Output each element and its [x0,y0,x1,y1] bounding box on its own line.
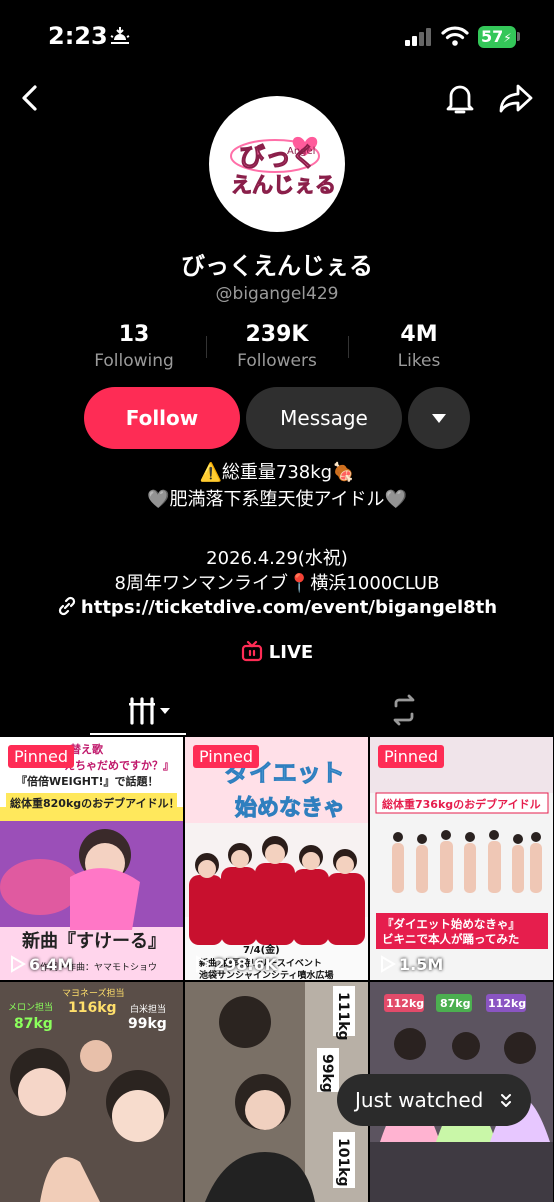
thumb-text: 総体重820kgのおデブアイドル！ [10,796,180,810]
stat-value: 239K [245,322,309,347]
message-button[interactable]: Message [246,387,402,449]
video-tile[interactable]: 替え歌 えちゃだめですか？』 『倍倍WEIGHT!』で話題！ 総体重820kgの… [0,737,183,980]
avatar-logo: びっく Angel えんじぇる [230,136,337,198]
thumb-text: 替え歌 [70,742,104,756]
live-label: LIVE [268,642,314,663]
video-tile[interactable]: マヨネーズ担当 116kg メロン担当 87kg 白米担当 99kg [0,982,183,1202]
view-count: 6.4M [8,955,73,974]
just-watched-label: Just watched [355,1088,484,1112]
thumb-text: 始めなきゃ [235,795,345,821]
video-thumbnail: 総体重736kgのおデブアイドル 『ダイエット始めなきゃ』 ビキニで本人が踊って… [375,792,549,949]
stat-value: 13 [118,322,150,347]
sunset-icon [110,27,130,44]
bell-icon[interactable] [444,80,476,116]
pinned-badge: Pinned [378,745,445,768]
repost-tab-icon[interactable] [388,694,420,726]
play-icon [11,955,26,973]
thumb-text: 111kg [335,992,351,1041]
video-thumbnail: 替え歌 えちゃだめですか？』 『倍倍WEIGHT!』で話題！ 総体重820kgの… [0,742,180,973]
display-name: びっくえんじぇる [181,252,373,280]
live-button[interactable]: LIVE [0,640,554,663]
wifi-icon [441,26,469,46]
video-tile[interactable]: 総体重736kgのおデブアイドル 『ダイエット始めなきゃ』 ビキニで本人が踊って… [370,737,553,980]
bio-link[interactable]: https://ticketdive.com/event/bigangel8th [0,596,554,618]
view-count: 298.6K [193,955,277,974]
username: @bigangel429 [215,284,339,304]
status-time: 2:23 [48,22,108,50]
avatar-small-text: Angel [287,146,315,157]
battery-indicator: 57⚡ [478,26,516,48]
thumb-text: 99kg [128,1016,167,1032]
cellular-signal-icon [405,28,431,46]
thumb-text: 87kg [440,997,471,1010]
thumb-text: 112kg [386,997,424,1010]
follow-button[interactable]: Follow [84,387,240,449]
active-tab-indicator [90,733,186,735]
share-icon[interactable] [498,82,534,114]
play-icon [381,955,396,973]
double-chevron-down-icon [501,1094,511,1107]
thumb-text: 白米担当 [130,1003,166,1015]
stat-value: 4M [400,322,438,347]
thumb-text: 『倍倍WEIGHT!』で話題！ [16,774,159,788]
stat-label: Following [94,351,174,371]
back-icon[interactable] [16,82,44,114]
thumb-text: マヨネーズ担当 [62,987,125,999]
thumb-text: メロン担当 [8,1001,53,1013]
bio-line-2: 🩶肥満落下系堕天使アイドル🩶 [147,489,407,510]
chevron-down-icon [432,414,446,423]
pinned-badge: Pinned [193,745,260,768]
view-count-text: 1.5M [399,955,444,974]
live-tv-icon [241,640,262,662]
thumb-text: 101kg [335,1138,351,1187]
thumb-text: 総体重736kgのおデブアイドル [382,797,541,811]
view-count-text: 6.4M [29,955,74,974]
bio-line-1: ⚠️総重量738kg🍖 [199,462,355,483]
thumb-text: 新曲『すけーる』 [22,930,166,952]
link-icon [58,596,76,616]
thumb-text: ビキニで本人が踊ってみた [382,932,519,946]
stat-followers[interactable]: 239K Followers [207,322,347,371]
video-tile[interactable]: ダイエット 始めなきゃ 7/4(金) 新曲2曲同時リリースイベント 池袋サンシャ… [185,737,368,980]
view-count: 1.5M [378,955,443,974]
thumb-text: 『ダイエット始めなきゃ』 [382,917,520,931]
stat-likes[interactable]: 4M Likes [349,322,489,371]
bio-link-text: https://ticketdive.com/event/bigangel8th [80,597,498,618]
status-bar: 2:23 57⚡ [0,0,554,72]
video-thumbnail: ダイエット 始めなきゃ 7/4(金) 新曲2曲同時リリースイベント 池袋サンシャ… [189,759,365,980]
battery-tip [517,32,520,41]
stat-following[interactable]: 13 Following [64,322,204,371]
video-thumbnail: マヨネーズ担当 116kg メロン担当 87kg 白米担当 99kg [8,987,170,1202]
pinned-badge: Pinned [8,745,75,768]
play-icon [196,955,211,973]
bio-line-4: 8周年ワンマンライブ📍横浜1000CLUB [114,573,440,594]
profile-avatar[interactable]: びっく Angel えんじぇる [209,96,345,232]
stat-label: Followers [237,351,317,371]
just-watched-button[interactable]: Just watched [337,1074,531,1126]
thumb-text: 116kg [68,1000,117,1016]
thumb-text: 99kg [319,1054,335,1093]
avatar-text-bottom: えんじぇる [231,173,336,197]
stat-label: Likes [397,351,441,371]
more-options-button[interactable] [408,387,470,449]
videos-tab-icon[interactable] [116,696,176,726]
thumb-text: 112kg [488,997,526,1010]
thumb-text: 87kg [14,1016,53,1032]
battery-level: 57 [481,27,504,46]
thumb-text: えちゃだめですか？』 [64,759,174,772]
bio-line-3: 2026.4.29(水祝) [206,548,348,569]
view-count-text: 298.6K [214,955,278,974]
